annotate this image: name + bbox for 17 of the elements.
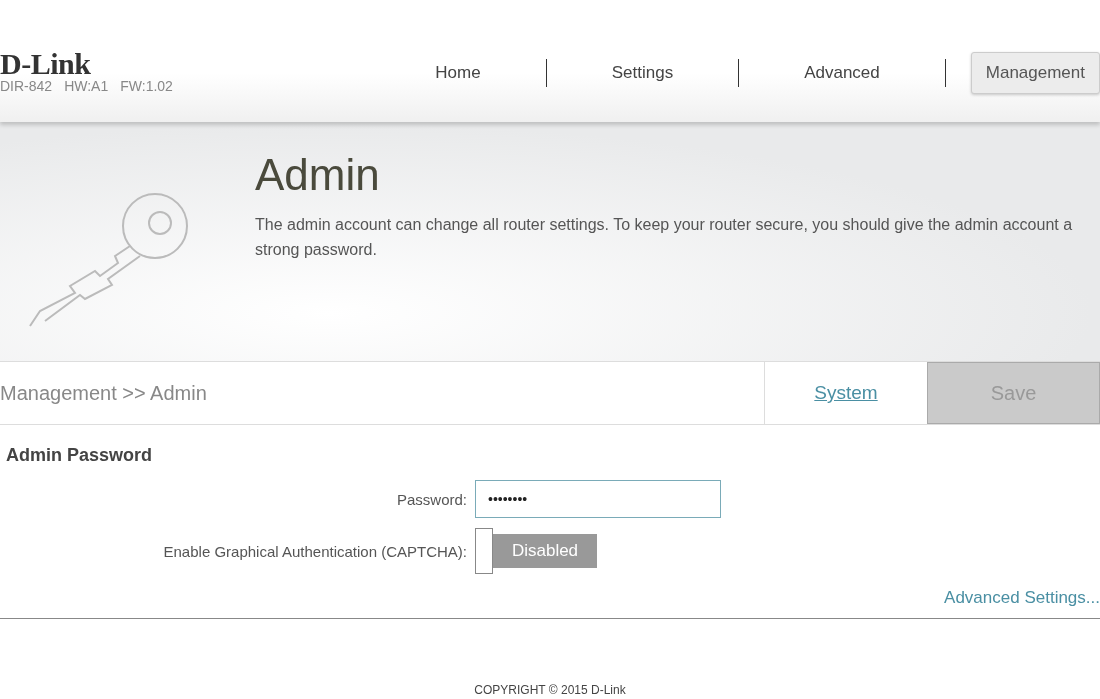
advanced-settings-link[interactable]: Advanced Settings... — [944, 588, 1100, 608]
nav-tab[interactable]: Management — [970, 52, 1100, 94]
section-title: Admin Password — [6, 445, 154, 466]
hardware-label: HW:A1 — [64, 78, 109, 94]
firmware-label: FW:1.02 — [120, 78, 173, 94]
brand-logo: D-Link — [0, 50, 92, 78]
nav-tab[interactable]: Settings — [596, 52, 689, 94]
password-field[interactable]: •••••••• — [475, 480, 721, 518]
breadcrumb: Management >> Admin — [0, 381, 208, 405]
field-label: Password: — [395, 490, 467, 508]
page-title: Admin — [255, 150, 381, 200]
nav-tab[interactable]: Advanced — [789, 52, 895, 94]
page-description: The admin account can change all router settings. To keep your router secure, you should give the admin account a strong password. — [255, 215, 1074, 260]
copyright-text: COPYRIGHT © 2015 D-Link — [474, 683, 626, 697]
field-label: Enable Graphical Authentication (CAPTCHA): — [162, 542, 467, 560]
nav-tab[interactable]: Home — [420, 52, 496, 94]
model-label: DIR-842 — [0, 78, 53, 94]
